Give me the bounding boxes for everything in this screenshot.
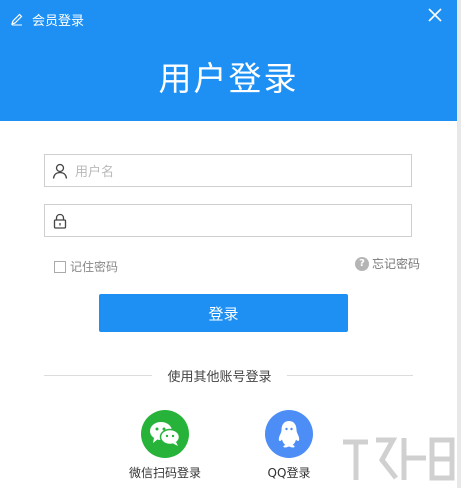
username-field[interactable] <box>44 154 412 187</box>
qq-icon-circle <box>265 410 313 458</box>
password-input[interactable] <box>73 211 407 233</box>
login-window: 会员登录 用户登录 记住密码 ? 忘记密码 登录 使用其他账号登录 <box>0 0 461 488</box>
header-banner: 会员登录 用户登录 <box>0 0 457 121</box>
password-field[interactable] <box>44 204 412 237</box>
wechat-label: 微信扫码登录 <box>128 466 201 480</box>
wechat-icon-circle <box>141 410 189 458</box>
wechat-login-button[interactable]: 微信扫码登录 <box>120 410 210 481</box>
remember-password[interactable]: 记住密码 <box>54 258 118 275</box>
divider-right <box>287 375 413 376</box>
other-login-text: 使用其他账号登录 <box>167 370 272 385</box>
window-title: 会员登录 <box>32 13 85 29</box>
username-input[interactable] <box>73 161 407 183</box>
qq-label: QQ登录 <box>267 466 311 480</box>
forgot-password-link[interactable]: ? 忘记密码 <box>354 255 420 272</box>
close-icon[interactable] <box>427 7 443 23</box>
watermark-logo <box>343 437 455 481</box>
qq-login-button[interactable]: QQ登录 <box>258 410 320 481</box>
help-icon: ? <box>354 256 369 271</box>
qq-icon <box>278 421 300 448</box>
remember-checkbox[interactable] <box>54 260 66 273</box>
remember-label: 记住密码 <box>70 260 119 274</box>
lock-icon <box>53 213 67 229</box>
title-bar: 会员登录 <box>10 10 85 29</box>
page-title: 用户登录 <box>158 59 299 98</box>
wechat-icon <box>150 422 181 446</box>
window-edge <box>457 0 461 488</box>
login-button[interactable]: 登录 <box>99 294 348 332</box>
user-icon <box>52 163 68 179</box>
pencil-icon <box>11 13 23 26</box>
forgot-label: 忘记密码 <box>371 257 420 271</box>
divider-left <box>44 375 152 376</box>
